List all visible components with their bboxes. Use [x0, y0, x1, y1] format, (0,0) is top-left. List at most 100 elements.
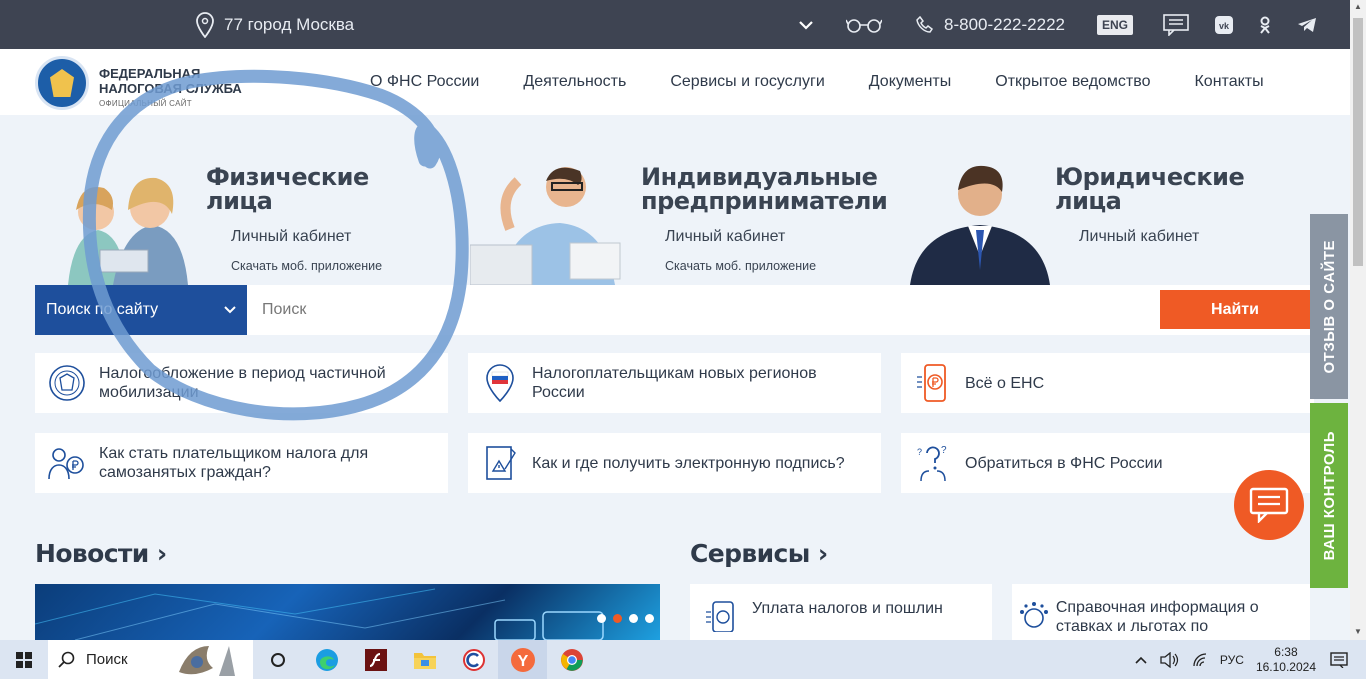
nav-about[interactable]: О ФНС России	[370, 73, 479, 91]
chat-button[interactable]	[1234, 470, 1304, 540]
scroll-thumb[interactable]	[1353, 18, 1363, 266]
page-scrollbar[interactable]: ▲ ▼	[1350, 0, 1366, 640]
site-search: Поиск по сайту Найти	[35, 285, 1310, 335]
entrepreneurs-cabinet-link[interactable]: Личный кабинет	[665, 228, 785, 246]
individuals-cabinet-link[interactable]: Личный кабинет	[231, 228, 351, 246]
tile-label: Налогоплательщикам новых регионов России	[532, 365, 817, 401]
input-language[interactable]: РУС	[1220, 653, 1244, 667]
taskbar-clock[interactable]: 6:38 16.10.2024	[1256, 645, 1316, 675]
hero-entrepreneurs: Индивидуальные предприниматели Личный каб…	[440, 115, 888, 285]
legal-cabinet-link[interactable]: Личный кабинет	[1079, 228, 1199, 246]
site-logo-text[interactable]: ФЕДЕРАЛЬНАЯ НАЛОГОВАЯ СЛУЖБА ОФИЦИАЛЬНЫЙ…	[99, 66, 242, 111]
e-signature-icon	[486, 446, 516, 480]
fns-emblem-icon	[1019, 602, 1048, 628]
windows-logo-icon	[16, 651, 32, 668]
question-person-icon: ??	[917, 445, 947, 482]
feedback-chat-icon[interactable]	[1163, 13, 1189, 36]
tile-label: Налогообложение в период частичной мобил…	[99, 365, 386, 401]
tile-label: Обратиться в ФНС России	[965, 454, 1163, 472]
chevron-down-icon	[224, 306, 236, 314]
phone-ruble-icon	[917, 364, 946, 402]
hero-legal-entities: Юридические лица Личный кабинет	[870, 115, 1310, 285]
chevron-down-icon[interactable]	[796, 15, 816, 35]
nav-documents[interactable]: Документы	[869, 73, 951, 91]
taskbar-chrome[interactable]	[547, 640, 596, 679]
vk-icon[interactable]: vk	[1215, 15, 1233, 34]
phone-ruble-icon	[706, 601, 734, 632]
service-label: Уплата налогов и пошлин	[752, 600, 943, 617]
individuals-app-link[interactable]: Скачать моб. приложение	[231, 259, 382, 273]
news-banner-graphic	[35, 588, 604, 640]
services-heading[interactable]: Сервисы ›	[690, 539, 828, 568]
hotline-phone[interactable]: 8-800-222-2222	[916, 15, 1065, 35]
odnoklassniki-icon[interactable]	[1259, 16, 1271, 34]
audience-hero: Физические лица Личный кабинет Скачать мо…	[0, 115, 1310, 285]
nav-contacts[interactable]: Контакты	[1194, 73, 1263, 91]
taskbar-edge[interactable]	[302, 640, 351, 679]
tile-new-regions[interactable]: Налогоплательщикам новых регионов России	[468, 353, 881, 413]
service-pay-taxes[interactable]: Уплата налогов и пошлин	[690, 584, 992, 640]
entrepreneur-photo	[470, 167, 621, 285]
logo-line2: НАЛОГОВАЯ СЛУЖБА	[99, 81, 242, 96]
tile-self-employed[interactable]: Как стать плательщиком налога для самоза…	[35, 433, 448, 493]
feedback-tab-label: ОТЗЫВ О САЙТЕ	[1320, 239, 1338, 374]
svg-text:Y: Y	[517, 653, 528, 670]
top-bar: 77 город Москва 8-800-222-2222 ENG vk	[0, 0, 1350, 49]
tile-ens[interactable]: Всё о ЕНС	[901, 353, 1314, 413]
your-control-tab[interactable]: ВАШ КОНТРОЛЬ	[1310, 403, 1348, 588]
service-rates-info[interactable]: Справочная информация о ставках и льгота…	[1012, 584, 1310, 640]
carousel-dot[interactable]	[597, 614, 606, 623]
search-submit-button[interactable]: Найти	[1160, 290, 1310, 329]
fns-emblem-icon	[49, 365, 85, 401]
nav-activity[interactable]: Деятельность	[523, 73, 626, 91]
scroll-down-arrow[interactable]: ▼	[1354, 627, 1362, 636]
taskbar-yandex-browser[interactable]: Y	[498, 640, 547, 679]
tray-overflow-chevron-icon[interactable]	[1134, 655, 1148, 665]
windows-taskbar: Поиск Y РУС 6:38 16.10.2024	[0, 640, 1366, 679]
start-button[interactable]	[0, 640, 48, 679]
phone-icon	[916, 15, 934, 33]
search-input[interactable]	[247, 285, 1147, 335]
site-header: ФЕДЕРАЛЬНАЯ НАЛОГОВАЯ СЛУЖБА ОФИЦИАЛЬНЫЙ…	[0, 49, 1350, 115]
individuals-title[interactable]: Физические лица	[206, 165, 369, 213]
svg-text:?: ?	[941, 445, 947, 456]
taskbar-search[interactable]: Поиск	[48, 640, 253, 679]
english-version-button[interactable]: ENG	[1096, 14, 1133, 35]
self-employed-icon	[48, 448, 84, 480]
task-view-button[interactable]	[253, 640, 302, 679]
volume-icon[interactable]	[1160, 651, 1180, 668]
carousel-dot[interactable]	[629, 614, 638, 623]
nav-services[interactable]: Сервисы и госуслуги	[670, 73, 824, 91]
clock-time: 6:38	[1274, 644, 1298, 659]
tile-mobilization[interactable]: Налогообложение в период частичной мобил…	[35, 353, 448, 413]
search-highlight-shell-icon	[179, 645, 235, 676]
accessibility-glasses-icon[interactable]	[846, 17, 882, 33]
telegram-icon[interactable]	[1297, 17, 1317, 33]
flash-player-icon	[364, 648, 387, 671]
svg-text:vk: vk	[1219, 21, 1230, 31]
site-feedback-tab[interactable]: ОТЗЫВ О САЙТЕ	[1310, 214, 1348, 399]
news-heading[interactable]: Новости ›	[35, 539, 167, 568]
scroll-up-arrow[interactable]: ▲	[1354, 2, 1362, 11]
taskbar-ccleaner[interactable]	[449, 640, 498, 679]
network-icon[interactable]	[1192, 652, 1208, 667]
main-nav: О ФНС России Деятельность Сервисы и госу…	[370, 49, 1264, 115]
entrepreneurs-app-link[interactable]: Скачать моб. приложение	[665, 259, 816, 273]
search-scope-select[interactable]: Поиск по сайту	[35, 285, 247, 335]
notification-center-icon[interactable]	[1330, 651, 1348, 668]
yandex-browser-icon: Y	[510, 647, 535, 672]
taskbar-flash[interactable]	[351, 640, 400, 679]
legal-title[interactable]: Юридические лица	[1055, 165, 1245, 213]
tile-label: Всё о ЕНС	[965, 374, 1045, 392]
carousel-dot-active[interactable]	[613, 614, 622, 623]
news-carousel[interactable]	[35, 584, 660, 640]
location-selector[interactable]: 77 город Москва	[196, 0, 354, 49]
businessman-photo	[910, 165, 1050, 285]
entrepreneurs-title[interactable]: Индивидуальные предприниматели	[641, 165, 888, 213]
taskbar-explorer[interactable]	[400, 640, 449, 679]
tile-e-signature[interactable]: Как и где получить электронную подпись?	[468, 433, 881, 493]
location-label: 77 город Москва	[224, 14, 355, 34]
carousel-dot[interactable]	[645, 614, 654, 623]
nav-open-agency[interactable]: Открытое ведомство	[995, 73, 1150, 91]
fns-logo-emblem[interactable]	[35, 56, 89, 110]
